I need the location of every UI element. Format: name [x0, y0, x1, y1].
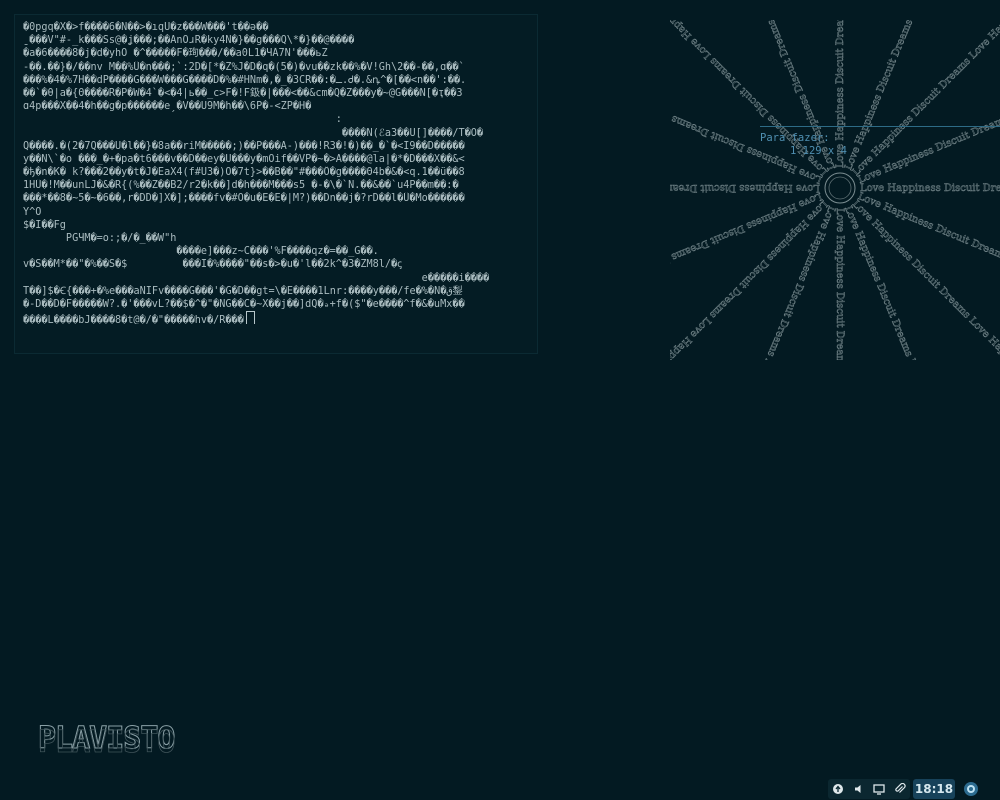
terminal-line: �ђ�n�K� k?���2��y�t�J�EaX4(f#U3�)O�7t}>�… — [23, 167, 465, 179]
taskbar-clock[interactable]: 18:18 — [913, 779, 955, 799]
terminal-line: ���*��8�~5�~�6��,r�DD�]X�];����fv�#O�u�E… — [23, 193, 465, 205]
terminal-line: -��.��}�/��nv M��%Û�n���;`:2D�[*�Z%J�D�q… — [23, 61, 465, 73]
terminal-line: �0pgq�X�>f����6�N��>�ıqU�z���W���'t��ə�� — [23, 22, 269, 33]
terminal-line: : — [23, 114, 342, 126]
volume-icon[interactable] — [852, 782, 866, 796]
terminal-line: ��`�θ|a�{Θ����R�P�W�4`�<�4|ь��_c>F�!F鈒�|… — [23, 87, 463, 99]
sunburst-inner-ring — [828, 176, 852, 200]
terminal-line: �-D��D�F�����W?.�'���vL?��$�^�"�NG��C�~X… — [23, 298, 465, 310]
sunburst-ray: Love Happiness Discuit Dreams Love Happi… — [670, 182, 820, 193]
terminal-cursor — [245, 311, 255, 325]
terminal-line: 1HÜ�!M��unLJ�&�R{(%��Z��B2/r2�k��]d�h���… — [23, 180, 459, 192]
network-icon[interactable] — [831, 782, 845, 796]
sunburst-center-ring — [824, 172, 856, 204]
sunburst-wallpaper-graphic: Love Happiness Discuit Dreams Love Happi… — [574, 0, 1000, 454]
todo-count: 1 129 x 4 — [790, 145, 847, 157]
terminal-line: Y^O — [23, 206, 42, 218]
display-icon[interactable] — [872, 782, 886, 796]
terminal-line: ����L����bJ����8�t@�/�"�����hv�/R��� — [23, 311, 531, 325]
sunburst-svg: Love Happiness Discuit Dreams Love Happi… — [574, 0, 1000, 454]
terminal-window[interactable]: �0pgq�X�>f����6�N��>�ıqU�z���W���'t��ə��… — [14, 14, 538, 354]
sunburst-ray: Love Happiness Discuit Dreams Love Happi… — [860, 183, 1000, 194]
terminal-line: T��]$�Ꞓ{���+�%e���aNIFv����G���'�G�D��gt… — [23, 285, 463, 297]
sunburst-ray: Love Happiness Discuit Dreams Love Happi… — [834, 208, 845, 360]
terminal-line: ����N(ℰa3��U[]����/T�O� — [23, 127, 484, 139]
todo-widget: Para fazer: 1 129 x 4 — [760, 126, 1000, 158]
system-tray — [828, 779, 910, 799]
terminal-line: ����e]���z~C���'%F����qz�=��_G��. — [23, 246, 379, 258]
terminal-line: Q����.�(2�7Q���U�l��}�8a��riM�����;)��P�… — [23, 140, 465, 152]
logo-wordmark-shadow: PLAVISTO — [38, 725, 175, 760]
desktop-logo: PLAVISTO PLAVISTO — [36, 716, 206, 766]
terminal-line: ���%�4�%7H��dP����G���W���G����D�%�#HNm�… — [23, 74, 467, 86]
terminal-line: v�S��M*��"�%��S�$ ���I�%����"��s�>�u�'l�… — [23, 259, 403, 271]
launcher-icon[interactable] — [961, 779, 981, 799]
terminal-line: $�I��Fg — [23, 219, 66, 231]
terminal-line: ˍ���V"#-_k���Ss@�ʝ���;��AnOɹR�ky4N�}��g�… — [23, 35, 355, 47]
terminal-output: �0pgq�X�>f����6�N��>�ıqU�z���W���'t��ə��… — [23, 21, 531, 325]
terminal-line: ɑ4p���X��4�h��g�p������eˏ�V��U9M�h��\6P�… — [23, 101, 312, 113]
terminal-line: y��N\`�o ���_�+�pa�t6���v��D��ey�U���y�m… — [23, 153, 465, 165]
terminal-line: PGЧM�=o:;�/�_��W"h — [23, 233, 177, 244]
todo-title: Para fazer: — [760, 132, 830, 144]
paperclip-icon[interactable] — [893, 782, 907, 796]
terminal-line: e�����i���� — [23, 272, 490, 284]
terminal-line: �a�6����8�j�d�yhO �^�����F�珣���/��a0L1�Ч… — [23, 48, 328, 60]
